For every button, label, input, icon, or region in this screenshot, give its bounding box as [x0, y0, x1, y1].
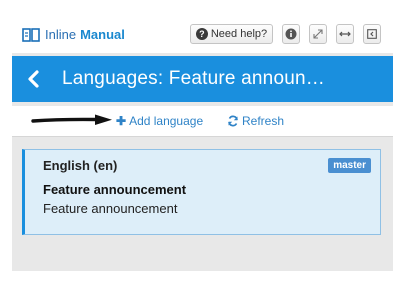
add-language-label: Add language [129, 114, 204, 128]
logo: Inline Manual [22, 27, 125, 42]
refresh-button[interactable]: Refresh [227, 114, 284, 128]
inline-manual-panel: Inline Manual ? Need help? Languages: Fe… [12, 15, 393, 271]
resize-horizontal-icon [339, 31, 351, 37]
logo-text: Inline [45, 27, 77, 42]
page-title: Languages: Feature announ… [62, 68, 325, 89]
refresh-label: Refresh [242, 114, 285, 128]
logo-text-bold: Manual [80, 27, 125, 42]
collapse-button[interactable] [363, 24, 381, 44]
add-language-button[interactable]: ✚ Add language [116, 114, 203, 128]
action-bar: ✚ Add language Refresh [12, 106, 393, 137]
need-help-label: Need help? [210, 28, 268, 40]
refresh-icon [228, 115, 238, 127]
question-circle-icon: ? [195, 28, 208, 40]
resize-button[interactable] [336, 24, 354, 44]
expand-button[interactable] [309, 24, 327, 44]
master-badge: master [328, 158, 371, 173]
pointer-arrow-icon [31, 114, 112, 125]
need-help-button[interactable]: ? Need help? [190, 24, 273, 44]
collapse-left-icon [367, 29, 377, 39]
language-name: English (en) [43, 158, 118, 173]
language-subtitle: Feature announcement [43, 201, 178, 216]
expand-icon [313, 29, 323, 39]
book-icon [22, 27, 40, 42]
language-card[interactable]: English (en) master Feature announcement… [22, 149, 381, 235]
info-button[interactable] [282, 24, 300, 44]
title-bar: Languages: Feature announ… [12, 56, 393, 102]
language-title: Feature announcement [43, 182, 187, 197]
top-toolbar: Inline Manual ? Need help? [12, 15, 393, 53]
info-icon [285, 28, 297, 40]
plus-icon: ✚ [116, 114, 127, 128]
chevron-left-icon[interactable] [24, 69, 44, 89]
